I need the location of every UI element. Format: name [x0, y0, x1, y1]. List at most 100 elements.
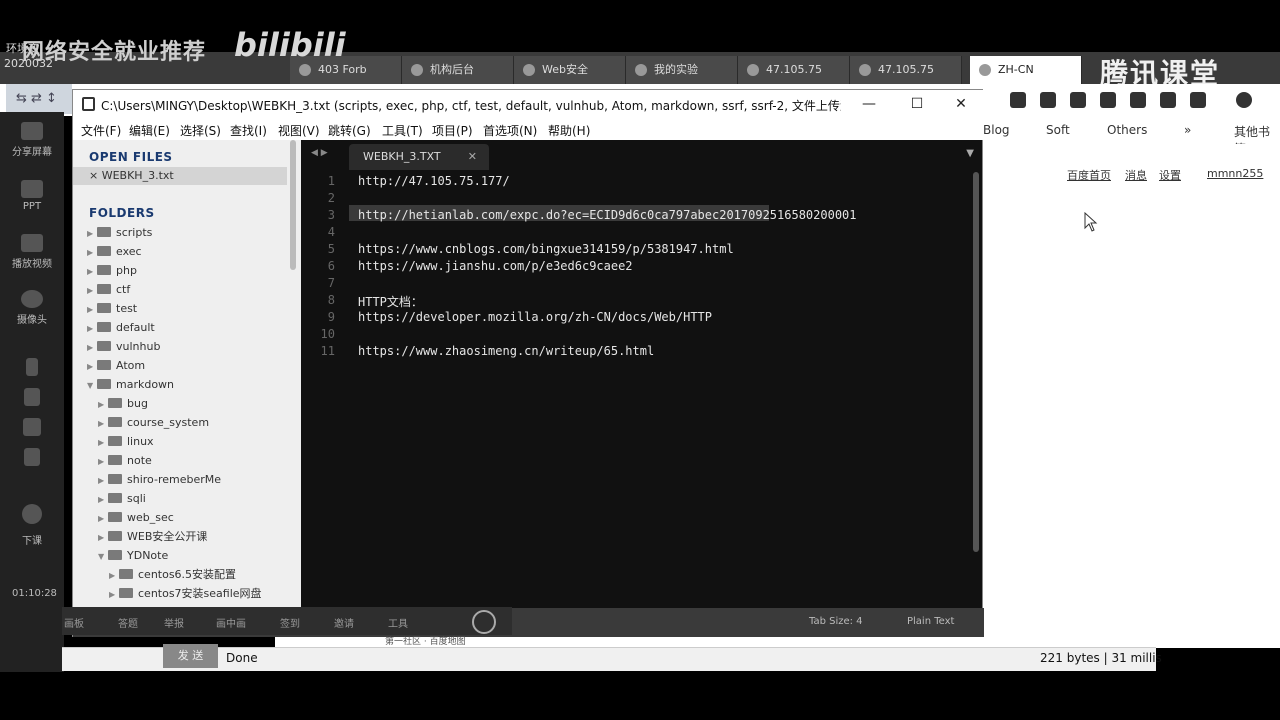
folder-tree-item[interactable]: ▶ note — [98, 452, 152, 470]
code-line[interactable]: http://hetianlab.com/expc.do?ec=ECID9d6c… — [358, 208, 857, 222]
baidu-home-link[interactable]: 百度首页 — [1067, 167, 1111, 183]
folder-tree-item[interactable]: ▶ linux — [98, 433, 154, 451]
folder-tree-item[interactable]: ▶ course_system — [98, 414, 209, 432]
extension-icon[interactable] — [1190, 92, 1206, 108]
send-button[interactable]: 发 送 — [163, 644, 218, 668]
speaker-button[interactable] — [8, 388, 56, 409]
caret-right-icon[interactable]: ▶ — [98, 491, 108, 509]
menu-help[interactable]: 帮助(H) — [548, 122, 590, 139]
code-scrollbar[interactable] — [973, 172, 979, 552]
open-file-item[interactable]: × WEBKH_3.txt — [73, 167, 287, 185]
browser-tab[interactable]: Web安全 — [514, 56, 626, 84]
menu-edit[interactable]: 编辑(E) — [129, 122, 170, 139]
sidebar-scrollbar[interactable] — [290, 140, 296, 270]
camera-button[interactable]: 摄像头 — [8, 290, 56, 326]
extension-icon[interactable] — [1100, 92, 1116, 108]
folder-tree-item[interactable]: ▶ bug — [98, 395, 148, 413]
footer-links[interactable]: 第一社区 · 百度地图 — [385, 637, 466, 647]
folder-tree-item[interactable]: ▶ ctf — [87, 281, 130, 299]
nav-arrows[interactable]: ⇆ ⇄ ↕ — [6, 84, 72, 114]
folder-tree-item[interactable]: ▶ centos6.5安装配置 — [109, 566, 236, 584]
folder-tree-item[interactable]: ▼ markdown — [87, 376, 174, 394]
extension-icon[interactable] — [1130, 92, 1146, 108]
tool-pip[interactable]: 画中画 — [216, 615, 246, 630]
menu-selection[interactable]: 选择(S) — [180, 122, 221, 139]
code-line[interactable]: https://www.cnblogs.com/bingxue314159/p/… — [358, 242, 734, 256]
browser-tab[interactable]: 我的实验 — [626, 56, 738, 84]
caret-right-icon[interactable]: ▶ — [98, 396, 108, 414]
browser-tab[interactable]: 机构后台 — [402, 56, 514, 84]
minimize-button[interactable]: — — [849, 94, 889, 114]
folder-tree-item[interactable]: ▶ default — [87, 319, 155, 337]
extension-icon[interactable] — [1010, 92, 1026, 108]
caret-down-icon[interactable]: ▼ — [87, 377, 97, 395]
caret-right-icon[interactable]: ▶ — [98, 510, 108, 528]
caret-right-icon[interactable]: ▶ — [87, 225, 97, 243]
folder-tree-item[interactable]: ▶ test — [87, 300, 137, 318]
ppt-button[interactable]: PPT — [8, 180, 56, 212]
folder-tree-item[interactable]: ▼ YDNote — [98, 547, 168, 565]
caret-right-icon[interactable]: ▶ — [87, 339, 97, 357]
share-screen-button[interactable]: 分享屏幕 — [8, 122, 56, 158]
caret-right-icon[interactable]: ▶ — [98, 415, 108, 433]
code-line[interactable]: HTTP文档： — [358, 293, 423, 310]
caret-right-icon[interactable]: ▶ — [98, 529, 108, 547]
menu-project[interactable]: 项目(P) — [432, 122, 473, 139]
code-line[interactable]: http://47.105.75.177/ — [358, 174, 510, 188]
folder-tree-item[interactable]: ▶ exec — [87, 243, 142, 261]
caret-right-icon[interactable]: ▶ — [87, 263, 97, 281]
play-video-button[interactable]: 播放视频 — [8, 234, 56, 270]
code-line[interactable]: https://www.zhaosimeng.cn/writeup/65.htm… — [358, 344, 654, 358]
menu-preferences[interactable]: 首选项(N) — [483, 122, 537, 139]
tool-report[interactable]: 举报 — [164, 615, 184, 630]
editor-tab[interactable]: WEBKH_3.TXT ✕ — [349, 144, 489, 170]
mic-button[interactable] — [8, 358, 56, 379]
caret-right-icon[interactable]: ▶ — [87, 282, 97, 300]
caret-right-icon[interactable]: ▶ — [87, 244, 97, 262]
end-class-button[interactable] — [8, 504, 56, 527]
folder-tree-item[interactable]: ▶ php — [87, 262, 137, 280]
maximize-button[interactable]: ☐ — [897, 94, 937, 114]
power-icon[interactable] — [472, 610, 496, 634]
caret-right-icon[interactable]: ▶ — [98, 434, 108, 452]
extension-icon[interactable] — [1160, 92, 1176, 108]
caret-right-icon[interactable]: ▶ — [87, 320, 97, 338]
tab-dropdown-icon[interactable]: ▼ — [966, 148, 974, 159]
menu-view[interactable]: 视图(V) — [278, 122, 320, 139]
browser-tab[interactable]: 47.105.75 — [738, 56, 850, 84]
close-button[interactable]: ✕ — [941, 94, 981, 114]
fullscreen-button[interactable] — [8, 448, 56, 469]
folder-tree-item[interactable]: ▶ sqli — [98, 490, 146, 508]
caret-right-icon[interactable]: ▶ — [109, 567, 119, 585]
settings-link[interactable]: 设置 — [1159, 167, 1181, 183]
tab-size-indicator[interactable]: Tab Size: 4 — [809, 616, 863, 627]
messages-link[interactable]: 消息 — [1125, 167, 1147, 183]
caret-right-icon[interactable]: ▶ — [87, 358, 97, 376]
bookmark-soft[interactable]: Soft — [1046, 123, 1070, 137]
folder-tree-item[interactable]: ▶ Atom — [87, 357, 145, 375]
menu-tools[interactable]: 工具(T) — [382, 122, 423, 139]
menu-goto[interactable]: 跳转(G) — [328, 122, 371, 139]
bookmark-blog[interactable]: Blog — [983, 123, 1010, 137]
tool-quiz[interactable]: 答题 — [118, 615, 138, 630]
extension-icon[interactable] — [1070, 92, 1086, 108]
folder-tree-item[interactable]: ▶ WEB安全公开课 — [98, 528, 207, 546]
browser-tab-active[interactable]: ZH-CN — [970, 56, 1082, 84]
browser-tab[interactable]: 47.105.75 — [850, 56, 962, 84]
levels-button[interactable] — [8, 418, 56, 439]
folder-tree-item[interactable]: ▶ centos7安装seafile网盘 — [109, 585, 262, 603]
folder-tree-item[interactable]: ▶ scripts — [87, 224, 152, 242]
tool-signin[interactable]: 签到 — [280, 615, 300, 630]
bookmarks-overflow[interactable]: » — [1184, 123, 1191, 137]
syntax-indicator[interactable]: Plain Text — [907, 616, 954, 627]
extension-icon[interactable] — [1040, 92, 1056, 108]
menu-find[interactable]: 查找(I) — [230, 122, 267, 139]
tool-whiteboard[interactable]: 画板 — [64, 615, 84, 630]
code-line[interactable]: https://www.jianshu.com/p/e3ed6c9caee2 — [358, 259, 633, 273]
tab-close-icon[interactable]: ✕ — [468, 144, 477, 170]
tool-invite[interactable]: 邀请 — [334, 615, 354, 630]
folder-tree-item[interactable]: ▶ web_sec — [98, 509, 174, 527]
folder-tree-item[interactable]: ▶ vulnhub — [87, 338, 160, 356]
tab-nav-arrows[interactable]: ◀ ▶ — [311, 148, 328, 158]
tool-tools[interactable]: 工具 — [388, 615, 408, 630]
